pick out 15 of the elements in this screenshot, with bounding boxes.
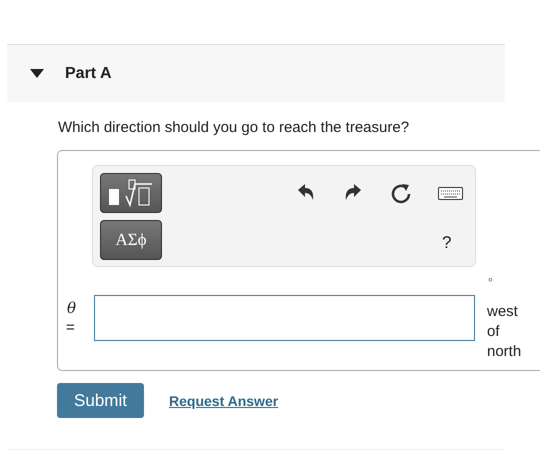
equals-sign: = — [66, 319, 75, 336]
unit-label: west of north — [487, 302, 522, 362]
keyboard-icon[interactable] — [438, 187, 463, 200]
request-answer-link[interactable]: Request Answer — [169, 392, 278, 408]
part-title: Part A — [65, 64, 112, 82]
degree-sign: ∘ — [487, 273, 494, 286]
question-text: Which direction should you go to reach the treasure? — [58, 119, 410, 136]
template-button[interactable] — [100, 173, 162, 213]
variable-label: θ — [67, 299, 76, 317]
help-button[interactable]: ? — [442, 233, 452, 253]
caret-icon[interactable] — [30, 69, 44, 78]
reset-icon[interactable] — [390, 183, 412, 205]
greek-symbols-button[interactable]: ΑΣϕ — [100, 220, 162, 260]
submit-button[interactable]: Submit — [57, 383, 144, 418]
answer-field[interactable] — [94, 295, 475, 341]
